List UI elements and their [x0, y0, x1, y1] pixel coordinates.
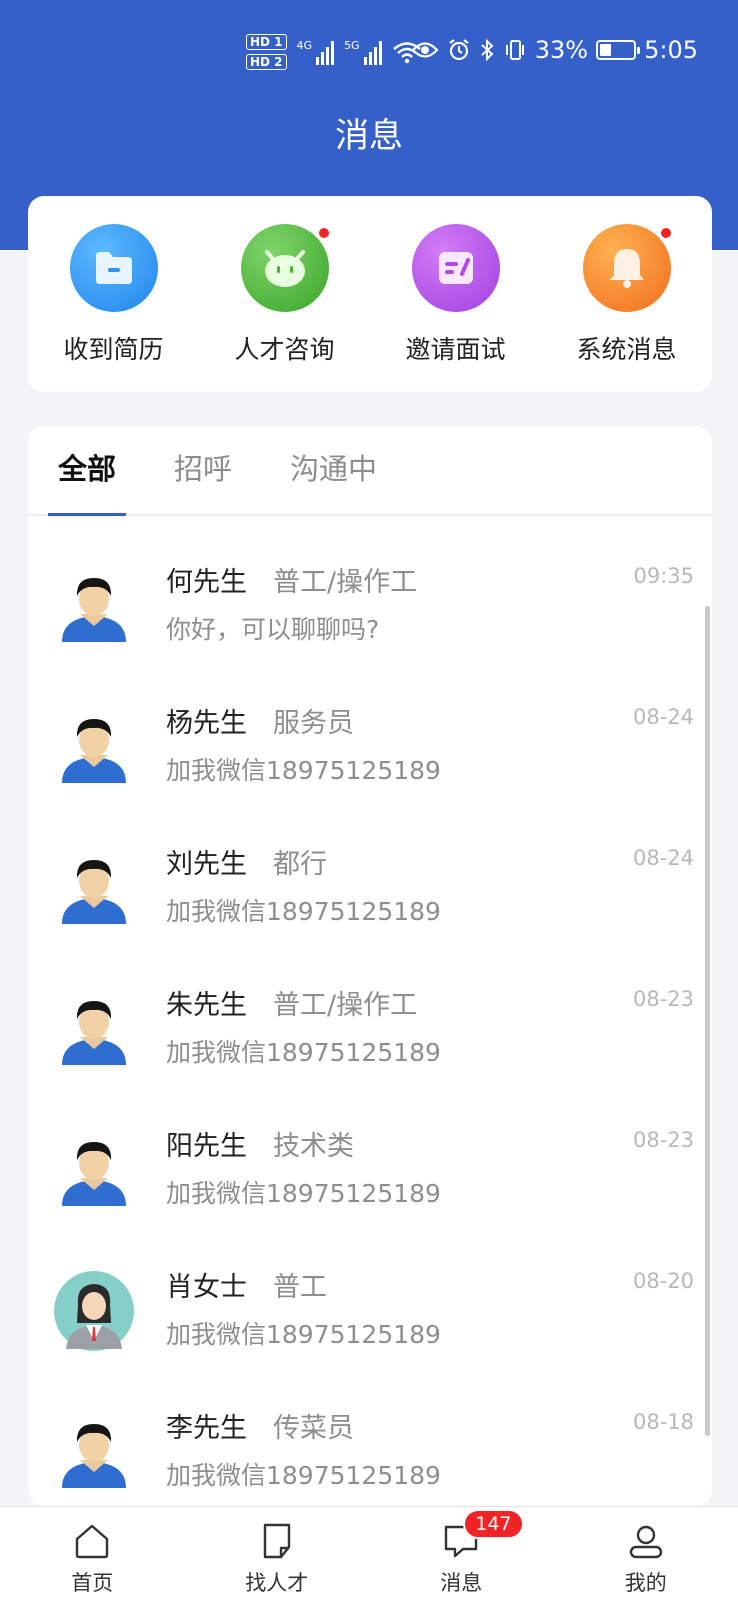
page-title: 消息 [335, 116, 403, 156]
user-icon [629, 1525, 662, 1559]
avatar [54, 566, 134, 646]
quick-actions-card: 收到简历 人才咨询 邀请面试 系统消息 [28, 196, 712, 392]
status-network-group: HD 1 HD 2 4G 5G [246, 34, 422, 70]
document-icon [263, 1523, 290, 1559]
avatar [54, 707, 134, 787]
message-preview: 加我微信18975125189 [166, 1320, 441, 1349]
quick-action-talent-consult[interactable]: 人才咨询 [199, 196, 370, 392]
signal-2-icon: 5G [344, 39, 382, 65]
tabbar-profile[interactable]: 我的 [554, 1507, 738, 1600]
tabbar-home[interactable]: 首页 [0, 1507, 185, 1600]
status-time: 5:05 [644, 36, 698, 64]
contact-name: 杨先生 [166, 708, 247, 739]
edit-note-icon [411, 224, 500, 312]
bottom-tab-bar: 首页 找人才 147 消息 我的 [0, 1506, 738, 1600]
net2-label: 5G [344, 39, 360, 52]
tabbar-label: 我的 [624, 1571, 667, 1595]
home-icon [76, 1524, 109, 1559]
message-row[interactable]: 朱先生 普工/操作工 08-23 加我微信18975125189 [28, 955, 712, 1096]
tab-in-communication[interactable]: 沟通中 [280, 426, 387, 514]
avatar [54, 1412, 134, 1492]
job-title: 普工/操作工 [273, 567, 418, 598]
mascot-icon [240, 224, 331, 312]
contact-name: 刘先生 [166, 849, 247, 880]
message-tabs: 全部 招呼 沟通中 [28, 426, 712, 516]
message-list-card: 全部 招呼 沟通中 何先生 普工/操作工 09:35 你好，可以聊聊吗? 杨先生… [28, 426, 712, 1506]
hd-indicator: HD 1 HD 2 [246, 34, 287, 70]
tabbar-find-talent[interactable]: 找人才 [185, 1507, 370, 1600]
message-row[interactable]: 李先生 传菜员 08-18 加我微信18975125189 [28, 1378, 712, 1506]
job-title: 都行 [273, 849, 327, 880]
battery-fill [600, 44, 611, 56]
signal-1-icon: 4G [297, 39, 335, 65]
battery-percent: 33% [534, 36, 589, 64]
message-row[interactable]: 阳先生 技术类 08-23 加我微信18975125189 [28, 1096, 712, 1237]
notification-dot [658, 226, 673, 240]
message-preview: 加我微信18975125189 [166, 897, 441, 926]
hd1-label: HD 1 [246, 34, 287, 50]
quick-action-label: 人才咨询 [234, 335, 335, 364]
contact-name: 肖女士 [166, 1272, 247, 1303]
status-right-group: 33% 5:05 [411, 36, 698, 64]
contact-name: 阳先生 [166, 1131, 247, 1162]
vibrate-icon [505, 40, 524, 60]
unread-badge: 147 [463, 1509, 524, 1539]
quick-action-system-messages[interactable]: 系统消息 [541, 196, 712, 392]
contact-name: 何先生 [166, 567, 247, 598]
message-preview: 加我微信18975125189 [166, 1461, 441, 1490]
message-time: 08-24 [632, 846, 694, 870]
tabbar-label: 首页 [71, 1571, 114, 1595]
quick-action-label: 系统消息 [576, 335, 677, 364]
job-title: 服务员 [273, 708, 354, 739]
tabbar-messages[interactable]: 147 消息 [369, 1507, 554, 1600]
tabbar-label: 找人才 [245, 1571, 309, 1595]
job-title: 传菜员 [273, 1413, 354, 1444]
message-row[interactable]: 何先生 普工/操作工 09:35 你好，可以聊聊吗? [28, 532, 712, 673]
eye-icon [411, 42, 439, 58]
quick-action-label: 收到简历 [63, 335, 164, 364]
quick-action-label: 邀请面试 [405, 335, 506, 364]
message-preview: 加我微信18975125189 [166, 756, 441, 785]
job-title: 普工 [273, 1272, 327, 1303]
tab-all[interactable]: 全部 [48, 426, 127, 516]
message-row[interactable]: 刘先生 都行 08-24 加我微信18975125189 [28, 814, 712, 955]
message-preview: 加我微信18975125189 [166, 1038, 441, 1067]
avatar [54, 989, 134, 1069]
notification-dot [316, 226, 331, 240]
quick-action-invite-interview[interactable]: 邀请面试 [370, 196, 541, 392]
message-preview: 加我微信18975125189 [166, 1179, 441, 1208]
message-time: 08-20 [632, 1269, 694, 1293]
tab-greetings[interactable]: 招呼 [164, 426, 242, 514]
message-row[interactable]: 肖女士 普工 08-20 加我微信18975125189 [28, 1237, 712, 1378]
scrollbar[interactable] [705, 606, 710, 1436]
avatar [54, 848, 134, 928]
contact-name: 朱先生 [166, 990, 247, 1021]
message-time: 08-23 [632, 987, 694, 1011]
job-title: 普工/操作工 [273, 990, 418, 1021]
message-time: 08-18 [632, 1410, 694, 1434]
bell-icon [582, 224, 673, 312]
battery-icon [596, 40, 641, 60]
message-time: 08-24 [632, 705, 694, 729]
contact-name: 李先生 [166, 1413, 247, 1444]
bluetooth-icon [481, 38, 494, 62]
message-row[interactable]: 杨先生 服务员 08-24 加我微信18975125189 [28, 673, 712, 814]
folder-icon [69, 224, 158, 312]
message-preview: 你好，可以聊聊吗? [166, 615, 380, 644]
message-time: 08-23 [632, 1128, 694, 1152]
avatar [54, 1130, 134, 1210]
job-title: 技术类 [273, 1131, 354, 1162]
status-bar: HD 1 HD 2 4G 5G 33% 5:05 [0, 0, 738, 100]
quick-action-resumes[interactable]: 收到简历 [28, 196, 199, 392]
message-time: 09:35 [633, 564, 694, 588]
alarm-icon [449, 39, 469, 61]
net1-label: 4G [296, 39, 313, 52]
avatar [54, 1271, 134, 1351]
tabbar-label: 消息 [440, 1571, 483, 1595]
hd2-label: HD 2 [246, 54, 287, 70]
